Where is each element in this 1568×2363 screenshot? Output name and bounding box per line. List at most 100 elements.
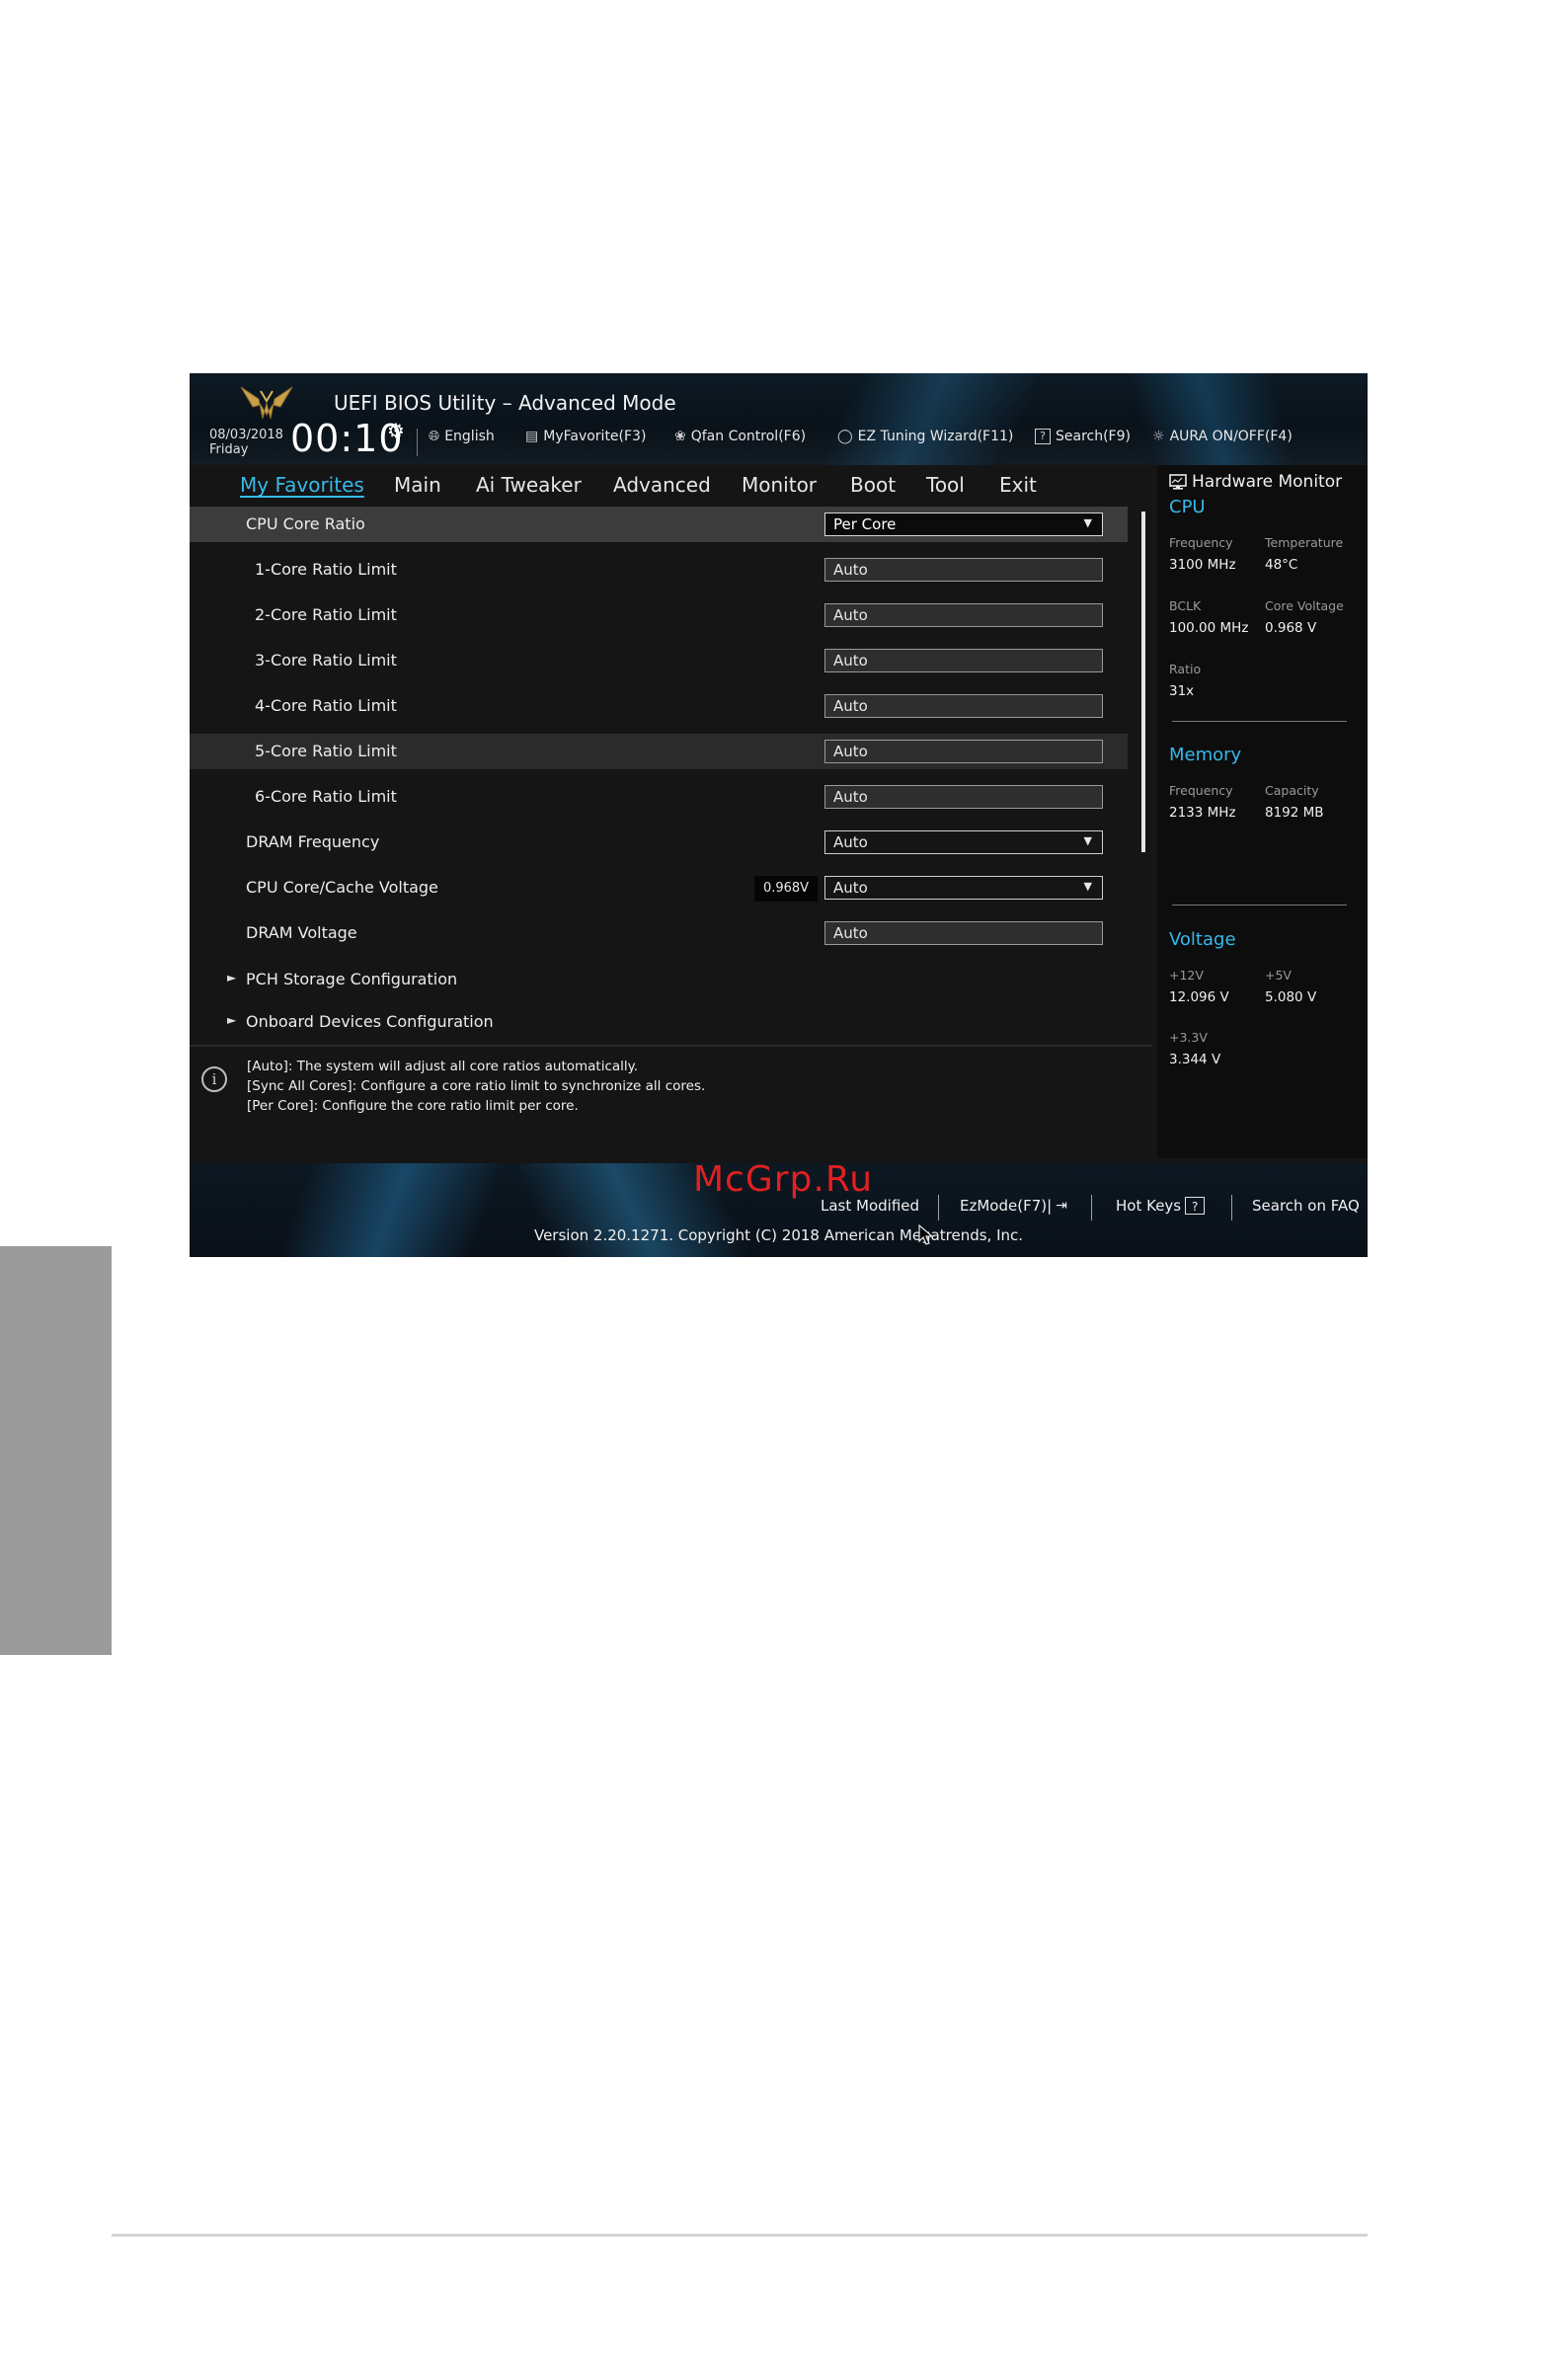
chevron-right-icon: ► <box>227 971 237 985</box>
exit-arrow-icon: ⇥ <box>1056 1198 1067 1214</box>
gear-icon[interactable]: ⚙ <box>387 419 405 442</box>
favorite-list-icon: ▤ <box>525 429 539 444</box>
ezmode-button[interactable]: EzMode(F7)| ⇥ <box>960 1197 1067 1215</box>
header-divider <box>417 429 418 456</box>
setting-label: DRAM Voltage <box>246 923 357 942</box>
tab-ai-tweaker[interactable]: Ai Tweaker <box>476 473 582 497</box>
cpu-core-cache-voltage-dropdown[interactable]: Auto ▼ <box>824 876 1103 900</box>
setting-row-cpu-core-cache-voltage[interactable]: CPU Core/Cache Voltage 0.968V Auto ▼ <box>190 870 1128 906</box>
v33-value: 3.344 V <box>1169 1052 1221 1067</box>
6-core-ratio-limit-input[interactable]: Auto <box>824 785 1103 809</box>
tab-advanced[interactable]: Advanced <box>613 473 711 497</box>
tab-monitor[interactable]: Monitor <box>742 473 817 497</box>
eztuning-label: EZ Tuning Wizard(F11) <box>857 429 1014 444</box>
setting-label: 3-Core Ratio Limit <box>255 651 397 670</box>
core-voltage-value: 0.968 V <box>1265 620 1317 636</box>
info-icon: i <box>201 1066 227 1092</box>
submenu-onboard-devices-configuration[interactable]: ► Onboard Devices Configuration <box>190 1004 1128 1040</box>
last-modified-button[interactable]: Last Modified <box>821 1197 919 1215</box>
cpu-frequency-value: 3100 MHz <box>1169 557 1236 573</box>
hot-keys-button[interactable]: Hot Keys ? <box>1116 1197 1206 1215</box>
bios-header: UEFI BIOS Utility – Advanced Mode 08/03/… <box>190 373 1368 465</box>
settings-scrollbar[interactable] <box>1141 512 1145 852</box>
setting-label: DRAM Frequency <box>246 832 380 851</box>
1-core-ratio-limit-input[interactable]: Auto <box>824 558 1103 582</box>
v33-label: +3.3V <box>1169 1030 1208 1045</box>
setting-row-5-core-ratio-limit[interactable]: 5-Core Ratio Limit Auto <box>190 734 1128 769</box>
voltage-section-title: Voltage <box>1169 929 1236 950</box>
globe-icon: 🌐︎ <box>429 429 440 444</box>
date-display: 08/03/2018 Friday <box>209 428 283 457</box>
myfavorite-label: MyFavorite(F3) <box>543 429 647 444</box>
caret-down-icon: ▼ <box>1083 834 1092 847</box>
question-box-icon: ? <box>1035 429 1051 444</box>
myfavorite-button[interactable]: ▤ MyFavorite(F3) <box>525 429 646 444</box>
dram-voltage-input[interactable]: Auto <box>824 921 1103 945</box>
aura-toggle-button[interactable]: ☼ AURA ON/OFF(F4) <box>1152 429 1293 444</box>
setting-row-6-core-ratio-limit[interactable]: 6-Core Ratio Limit Auto <box>190 779 1128 815</box>
help-line: [Sync All Cores]: Configure a core ratio… <box>247 1078 706 1094</box>
tab-tool[interactable]: Tool <box>926 473 965 497</box>
setting-label: 4-Core Ratio Limit <box>255 696 397 715</box>
search-on-faq-button[interactable]: Search on FAQ <box>1252 1197 1360 1215</box>
submenu-label: Onboard Devices Configuration <box>246 1012 494 1031</box>
4-core-ratio-limit-input[interactable]: Auto <box>824 694 1103 718</box>
hardware-monitor-label: Hardware Monitor <box>1192 472 1343 492</box>
fan-icon: ❀ <box>674 429 686 444</box>
chevron-right-icon: ► <box>227 1013 237 1027</box>
aura-label: AURA ON/OFF(F4) <box>1169 429 1293 444</box>
help-line: [Per Core]: Configure the core ratio lim… <box>247 1098 579 1114</box>
language-button[interactable]: 🌐︎ English <box>429 429 495 444</box>
qfan-label: Qfan Control(F6) <box>690 429 807 444</box>
tab-main[interactable]: Main <box>394 473 441 497</box>
setting-row-1-core-ratio-limit[interactable]: 1-Core Ratio Limit Auto <box>190 552 1128 588</box>
cpu-core-ratio-dropdown[interactable]: Per Core ▼ <box>824 512 1103 536</box>
setting-label: CPU Core/Cache Voltage <box>246 878 438 897</box>
tab-exit[interactable]: Exit <box>999 473 1037 497</box>
submenu-pch-storage-configuration[interactable]: ► PCH Storage Configuration <box>190 962 1128 997</box>
help-panel: i [Auto]: The system will adjust all cor… <box>190 1045 1152 1160</box>
setting-label: 2-Core Ratio Limit <box>255 605 397 624</box>
main-menu-tabs: My Favorites Main Ai Tweaker Advanced Mo… <box>190 465 1152 499</box>
question-box-icon: ? <box>1185 1197 1206 1215</box>
setting-row-dram-frequency[interactable]: DRAM Frequency Auto ▼ <box>190 825 1128 860</box>
tab-boot[interactable]: Boot <box>850 473 896 497</box>
cpu-frequency-label: Frequency <box>1169 535 1233 550</box>
search-button[interactable]: ? Search(F9) <box>1035 429 1131 444</box>
5-core-ratio-limit-input[interactable]: Auto <box>824 740 1103 763</box>
3-core-ratio-limit-input[interactable]: Auto <box>824 649 1103 672</box>
v5-label: +5V <box>1265 968 1292 983</box>
2-core-ratio-limit-input[interactable]: Auto <box>824 603 1103 627</box>
aura-light-icon: ☼ <box>1152 429 1165 444</box>
day-value: Friday <box>209 442 249 457</box>
setting-row-dram-voltage[interactable]: DRAM Voltage Auto <box>190 915 1128 951</box>
setting-row-cpu-core-ratio[interactable]: CPU Core Ratio Per Core ▼ <box>190 507 1128 542</box>
help-line: [Auto]: The system will adjust all core … <box>247 1059 639 1074</box>
ratio-value: 31x <box>1169 683 1195 699</box>
settings-list: CPU Core Ratio Per Core ▼ 1-Core Ratio L… <box>190 499 1152 1040</box>
memory-capacity-value: 8192 MB <box>1265 805 1324 821</box>
setting-label: CPU Core Ratio <box>246 514 365 533</box>
hardware-monitor-panel: Hardware Monitor CPU Frequency 3100 MHz … <box>1157 465 1368 1158</box>
setting-row-2-core-ratio-limit[interactable]: 2-Core Ratio Limit Auto <box>190 597 1128 633</box>
ez-tuning-wizard-button[interactable]: ◯ EZ Tuning Wizard(F11) <box>837 429 1013 444</box>
v12-label: +12V <box>1169 968 1204 983</box>
tab-my-favorites[interactable]: My Favorites <box>240 473 364 497</box>
version-copyright: Version 2.20.1271. Copyright (C) 2018 Am… <box>533 1226 1024 1244</box>
hardware-monitor-title: Hardware Monitor <box>1169 472 1342 492</box>
dropdown-value: Auto <box>833 879 868 897</box>
setting-row-3-core-ratio-limit[interactable]: 3-Core Ratio Limit Auto <box>190 643 1128 678</box>
setting-label: 1-Core Ratio Limit <box>255 560 397 579</box>
core-voltage-label: Core Voltage <box>1265 598 1344 613</box>
setting-label: 6-Core Ratio Limit <box>255 787 397 806</box>
memory-frequency-label: Frequency <box>1169 783 1233 798</box>
bios-footer: McGrp.Ru Last Modified EzMode(F7)| ⇥ Hot… <box>190 1159 1368 1257</box>
footer-divider <box>938 1195 939 1221</box>
setting-row-4-core-ratio-limit[interactable]: 4-Core Ratio Limit Auto <box>190 688 1128 724</box>
language-label: English <box>444 429 495 444</box>
dram-frequency-dropdown[interactable]: Auto ▼ <box>824 830 1103 854</box>
memory-section-title: Memory <box>1169 745 1242 765</box>
cpu-section-title: CPU <box>1169 497 1206 517</box>
qfan-control-button[interactable]: ❀ Qfan Control(F6) <box>674 429 806 444</box>
section-divider <box>1172 721 1347 722</box>
